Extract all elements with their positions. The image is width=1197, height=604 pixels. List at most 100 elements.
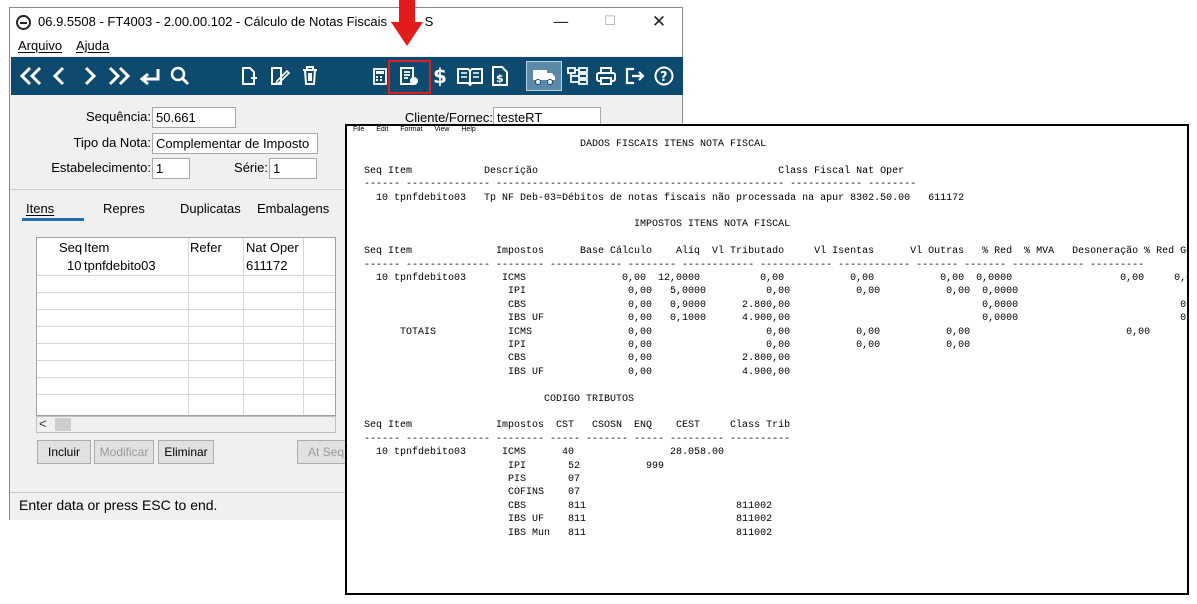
report-line: IMPOSTOS ITENS NOTA FISCAL xyxy=(364,219,791,231)
tab-embalagens[interactable]: Embalagens xyxy=(257,201,329,216)
truck-icon[interactable] xyxy=(532,62,556,90)
menu-ajuda[interactable]: Ajuda xyxy=(76,38,109,53)
screenshot-stage: 06.9.5508 - FT4003 - 2.00.00.102 - Cálcu… xyxy=(0,0,1197,604)
maximize-button[interactable]: ☐ xyxy=(592,10,628,34)
prev-icon[interactable] xyxy=(51,62,69,90)
tipo-nota-label: Tipo da Nota: xyxy=(73,135,151,150)
close-button[interactable]: ✕ xyxy=(641,10,677,34)
sequencia-label: Sequência: xyxy=(85,109,151,124)
report-line: Seq Item Impostos CST CSOSN ENQ CEST Cla… xyxy=(364,420,791,432)
report-menu-format[interactable]: Format xyxy=(400,126,422,133)
items-grid[interactable]: Seq Item Refer Nat Oper 10 tpnfdebito03 … xyxy=(36,237,336,416)
help-icon[interactable]: ? xyxy=(653,62,675,90)
sequencia-field[interactable]: 50.661 xyxy=(152,107,236,128)
report-line: IBS UF 0,00 0,1000 4.900,00 0,0000 0,000 xyxy=(364,313,1189,325)
serie-label: Série: xyxy=(234,160,268,175)
report-line: DADOS FISCAIS ITENS NOTA FISCAL xyxy=(364,139,767,150)
enter-icon[interactable] xyxy=(138,62,162,90)
scroll-left-icon[interactable]: < xyxy=(39,416,47,431)
report-line: PIS 07 xyxy=(364,474,581,485)
book-icon[interactable] xyxy=(456,62,484,90)
tab-repres[interactable]: Repres xyxy=(103,201,145,216)
col-nat-oper-header[interactable]: Nat Oper xyxy=(246,240,299,255)
cell-seq: 10 xyxy=(67,258,82,273)
dollar-icon[interactable]: $ xyxy=(433,62,447,90)
window-title: 06.9.5508 - FT4003 - 2.00.00.102 - Cálcu… xyxy=(38,14,434,29)
last-icon[interactable] xyxy=(106,62,132,90)
menu-arquivo[interactable]: Arquivo xyxy=(18,38,62,53)
report-line: Seq Item Descrição Class Fiscal Nat Oper xyxy=(364,165,905,177)
report-menu-bar: File Edit Format View Help xyxy=(353,126,486,133)
report-line: ------ -------------- -------- ---------… xyxy=(364,259,1145,271)
table-row[interactable] xyxy=(37,377,335,394)
report-line: 10 tpnfdebito03 Tp NF Deb-03=Débitos de … xyxy=(364,192,965,204)
incluir-button[interactable]: Incluir xyxy=(37,440,91,464)
cell-item: tpnfdebito03 xyxy=(84,258,156,273)
col-item-header[interactable]: Item xyxy=(84,240,109,255)
table-row[interactable] xyxy=(37,309,335,326)
report-menu-edit[interactable]: Edit xyxy=(376,126,388,133)
fiscal-report-window: File Edit Format View Help DADOS FISCAIS… xyxy=(345,124,1189,595)
eliminar-button[interactable]: Eliminar xyxy=(158,440,214,464)
report-line: CBS 811 811002 xyxy=(364,500,773,512)
tree-icon[interactable] xyxy=(567,62,589,90)
report-line: ------ -------------- ------------------… xyxy=(364,179,917,191)
at-seq-button[interactable]: At Seq xyxy=(297,440,347,464)
exit-icon[interactable] xyxy=(624,62,646,90)
search-icon[interactable] xyxy=(169,62,191,90)
column-divider xyxy=(188,238,189,415)
estabelecimento-field[interactable]: 1 xyxy=(152,158,190,179)
table-row[interactable] xyxy=(37,394,335,411)
col-refer-header[interactable]: Refer xyxy=(190,240,222,255)
table-row[interactable] xyxy=(37,292,335,309)
estabelecimento-label: Estabelecimento: xyxy=(51,160,151,175)
report-menu-file[interactable]: File xyxy=(353,126,364,133)
column-divider xyxy=(303,238,304,415)
report-line: 10 tpnfdebito03 ICMS 0,00 12,0000 0,00 0… xyxy=(364,273,1189,284)
tab-itens[interactable]: Itens xyxy=(26,201,54,216)
report-menu-view[interactable]: View xyxy=(434,126,449,133)
edit-doc-icon[interactable] xyxy=(269,62,291,90)
calculator-icon[interactable] xyxy=(372,62,388,90)
cell-nat-oper: 611172 xyxy=(246,258,288,273)
report-line: Seq Item Impostos Base Cálculo Alíq Vl T… xyxy=(364,246,1189,258)
minimize-button[interactable]: — xyxy=(543,10,579,34)
report-line: TOTAIS ICMS 0,00 0,00 0,00 0,00 0,00 xyxy=(364,326,1151,338)
active-tab-indicator xyxy=(22,218,84,221)
tab-duplicatas[interactable]: Duplicatas xyxy=(180,201,241,216)
svg-text:?: ? xyxy=(660,70,668,85)
new-doc-icon[interactable] xyxy=(239,62,259,90)
report-menu-help[interactable]: Help xyxy=(461,126,475,133)
money-doc-icon[interactable]: $ xyxy=(491,62,509,90)
red-arrow-pointer xyxy=(391,0,423,46)
title-bar: 06.9.5508 - FT4003 - 2.00.00.102 - Cálcu… xyxy=(10,8,682,36)
toolbar: $ $ ? xyxy=(11,57,683,95)
table-row[interactable] xyxy=(37,275,335,292)
highlight-box xyxy=(388,60,431,94)
table-row[interactable] xyxy=(37,360,335,377)
serie-field[interactable]: 1 xyxy=(269,158,317,179)
column-divider xyxy=(243,238,244,415)
report-line: CBS 0,00 2.800,00 xyxy=(364,353,791,365)
cliente-label: Cliente/Fornec: xyxy=(404,110,493,125)
horizontal-scrollbar[interactable]: < xyxy=(36,416,336,433)
delete-icon[interactable] xyxy=(300,62,320,90)
table-row[interactable]: 10 tpnfdebito03 611172 xyxy=(37,258,335,275)
first-icon[interactable] xyxy=(19,62,45,90)
print-icon[interactable] xyxy=(595,62,617,90)
next-icon[interactable] xyxy=(81,62,99,90)
report-line: IBS Mun 811 811002 xyxy=(364,527,773,539)
report-line: COFINS 07 xyxy=(364,487,581,499)
menu-bar: Arquivo Ajuda xyxy=(10,36,682,56)
scroll-thumb[interactable] xyxy=(55,418,71,431)
modificar-button[interactable]: Modificar xyxy=(94,440,154,464)
report-line: IBS UF 0,00 4.900,00 xyxy=(364,366,791,378)
svg-text:$: $ xyxy=(496,72,504,85)
report-line: IBS UF 811 811002 xyxy=(364,514,773,526)
report-line: CODIGO TRIBUTOS xyxy=(364,393,635,405)
tipo-nota-field[interactable]: Complementar de Imposto xyxy=(152,133,318,154)
table-row[interactable] xyxy=(37,326,335,343)
table-row[interactable] xyxy=(37,343,335,360)
col-seq-header[interactable]: Seq xyxy=(59,240,82,255)
report-line: ------ -------------- -------- ----- ---… xyxy=(364,433,791,445)
